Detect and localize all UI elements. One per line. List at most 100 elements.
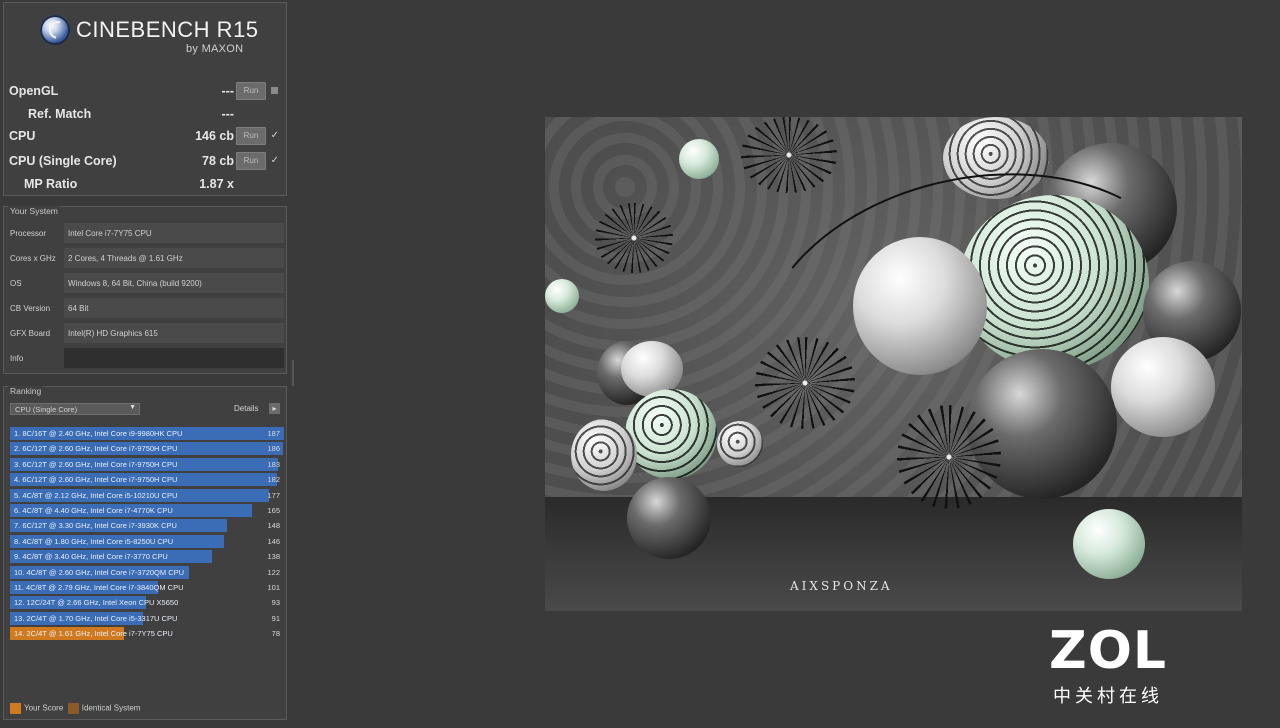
ranking-row[interactable]: 9. 4C/8T @ 3.40 GHz, Intel Core i7-3770 … [10, 550, 284, 564]
ranking-score: 177 [267, 490, 280, 500]
cinebench-logo: CINEBENCH R15 [40, 15, 259, 45]
ranking-row[interactable]: 11. 4C/8T @ 2.79 GHz, Intel Core i7-3840… [10, 581, 284, 594]
ranking-label: 13. 2C/4T @ 1.70 GHz, Intel Core i5-3317… [14, 613, 178, 623]
ranking-score: 91 [271, 613, 280, 623]
zol-watermark-subtitle: 中关村在线 [1053, 686, 1163, 707]
ranking-label: 9. 4C/8T @ 3.40 GHz, Intel Core i7-3770 … [14, 552, 168, 562]
panel-splitter[interactable] [292, 360, 294, 386]
system-row: CB Version 64 Bit [6, 298, 284, 318]
render-viewport: AIXSPONZA [545, 117, 1242, 611]
system-row: Processor Intel Core i7-7Y75 CPU [6, 223, 284, 243]
system-value: 64 Bit [64, 298, 284, 318]
ranking-row-your-system[interactable]: 14. 2C/4T @ 1.61 GHz, Intel Core i7-7Y75… [10, 627, 284, 641]
system-key: Processor [10, 229, 47, 238]
ranking-row[interactable]: 13. 2C/4T @ 1.70 GHz, Intel Core i5-3317… [10, 611, 284, 625]
logo-text: CINEBENCH R15 [76, 17, 259, 42]
ranking-label: 7. 6C/12T @ 3.30 GHz, Intel Core i7-3930… [14, 521, 177, 531]
ranking-row[interactable]: 3. 6C/12T @ 2.60 GHz, Intel Core i7-9750… [10, 457, 284, 471]
ranking-panel: Ranking CPU (Single Core) ▼ Details ▸ 1.… [3, 386, 287, 720]
ranking-row[interactable]: 6. 4C/8T @ 4.40 GHz, Intel Core i7-4770K… [10, 504, 284, 517]
ranking-legend: Your Score Identical System [10, 703, 140, 714]
ranking-row[interactable]: 4. 6C/12T @ 2.60 GHz, Intel Core i7-9750… [10, 473, 284, 487]
score-label: MP Ratio [24, 177, 78, 191]
score-value: 146 cb [195, 129, 234, 143]
score-label: Ref. Match [28, 107, 92, 121]
system-row: Info [6, 348, 284, 368]
ranking-score: 93 [271, 598, 280, 608]
ranking-row[interactable]: 2. 6C/12T @ 2.60 GHz, Intel Core i7-9750… [10, 442, 284, 456]
system-key: Info [10, 354, 24, 363]
ranking-row[interactable]: 12. 12C/24T @ 2.66 GHz, Intel Xeon CPU X… [10, 596, 284, 610]
ranking-row[interactable]: 8. 4C/8T @ 1.80 GHz, Intel Core i5-8250U… [10, 534, 284, 548]
ranking-score: 101 [267, 583, 280, 592]
ranking-score: 186 [267, 444, 280, 454]
sphere [679, 139, 719, 179]
system-key: CB Version [10, 304, 51, 313]
legend-label: Identical System [81, 703, 141, 713]
select-value: CPU (Single Core) [15, 405, 78, 414]
score-row-cpu-single: CPU (Single Core) 78 cb Run ✓ [4, 151, 286, 173]
ranking-score: 182 [267, 475, 280, 485]
system-key: Cores x GHz [10, 254, 56, 263]
section-title: Your System [8, 206, 60, 216]
ranking-label: 1. 8C/16T @ 2.40 GHz, Intel Core i9-9980… [14, 429, 183, 438]
score-label: CPU (Single Core) [9, 154, 117, 168]
logo-byline: by MAXON [186, 43, 244, 55]
your-system-panel: Your System Processor Intel Core i7-7Y75… [3, 206, 287, 374]
ranking-score: 165 [267, 506, 280, 515]
cinebench-logo-icon [40, 15, 70, 45]
score-row-opengl: OpenGL --- Run [4, 81, 286, 103]
ranking-row[interactable]: 10. 4C/8T @ 2.60 GHz, Intel Core i7-3720… [10, 565, 284, 579]
score-value: --- [221, 107, 235, 121]
score-label: OpenGL [9, 84, 59, 98]
ranking-row[interactable]: 1. 8C/16T @ 2.40 GHz, Intel Core i9-9980… [10, 427, 284, 440]
ranking-type-select[interactable]: CPU (Single Core) ▼ [10, 403, 140, 415]
ranking-label: 3. 6C/12T @ 2.60 GHz, Intel Core i7-9750… [14, 459, 178, 469]
run-opengl-button[interactable]: Run [236, 82, 266, 100]
sphere [627, 477, 711, 559]
details-toggle-icon[interactable]: ▸ [269, 403, 280, 414]
info-input[interactable] [64, 348, 284, 368]
sphere [595, 203, 673, 273]
ranking-label: 2. 6C/12T @ 2.60 GHz, Intel Core i7-9750… [14, 444, 178, 454]
system-key: GFX Board [10, 329, 51, 338]
check-icon: ✓ [270, 155, 279, 166]
ranking-row[interactable]: 5. 4C/8T @ 2.12 GHz, Intel Core i5-10210… [10, 488, 284, 502]
score-row-cpu: CPU 146 cb Run ✓ [4, 126, 286, 148]
checkbox-icon[interactable] [271, 87, 278, 94]
system-value: Windows 8, 64 Bit, China (build 9200) [64, 273, 284, 293]
your-score-swatch [10, 703, 21, 714]
ranking-label: 8. 4C/8T @ 1.80 GHz, Intel Core i5-8250U… [14, 536, 174, 546]
sphere [1073, 509, 1145, 579]
render-brand-logo: AIXSPONZA [790, 579, 893, 593]
details-label: Details [234, 404, 259, 413]
sphere [741, 117, 837, 193]
system-row: OS Windows 8, 64 Bit, China (build 9200) [6, 273, 284, 293]
ranking-label: 6. 4C/8T @ 4.40 GHz, Intel Core i7-4770K… [14, 506, 173, 515]
score-panel: CINEBENCH R15 by MAXON OpenGL --- Run Re… [3, 2, 287, 196]
ranking-score: 78 [271, 629, 280, 639]
system-value: 2 Cores, 4 Threads @ 1.61 GHz [64, 248, 284, 268]
sphere [717, 421, 763, 467]
system-value: Intel(R) HD Graphics 615 [64, 323, 284, 343]
ranking-score: 148 [267, 521, 280, 531]
run-cpu-button[interactable]: Run [236, 127, 266, 145]
ranking-score: 183 [267, 459, 280, 469]
ranking-label: 12. 12C/24T @ 2.66 GHz, Intel Xeon CPU X… [14, 598, 179, 608]
system-key: OS [10, 279, 22, 288]
run-cpu-single-button[interactable]: Run [236, 152, 266, 170]
legend-label: Your Score [24, 703, 64, 713]
ranking-row[interactable]: 7. 6C/12T @ 3.30 GHz, Intel Core i7-3930… [10, 519, 284, 533]
score-value: 78 cb [202, 154, 234, 168]
score-value: --- [221, 84, 235, 98]
ranking-label: 10. 4C/8T @ 2.60 GHz, Intel Core i7-3720… [14, 567, 185, 577]
section-title: Ranking [8, 386, 44, 396]
score-row-mp-ratio: MP Ratio 1.87 x [4, 174, 286, 196]
ranking-label: 11. 4C/8T @ 2.79 GHz, Intel Core i7-3840… [14, 583, 184, 592]
system-value: Intel Core i7-7Y75 CPU [64, 223, 284, 243]
ranking-score: 122 [267, 567, 280, 577]
score-row-ref-match: Ref. Match --- [4, 104, 286, 126]
ranking-label: 4. 6C/12T @ 2.60 GHz, Intel Core i7-9750… [14, 475, 178, 485]
sphere [545, 279, 579, 313]
chevron-down-icon: ▼ [129, 404, 136, 411]
